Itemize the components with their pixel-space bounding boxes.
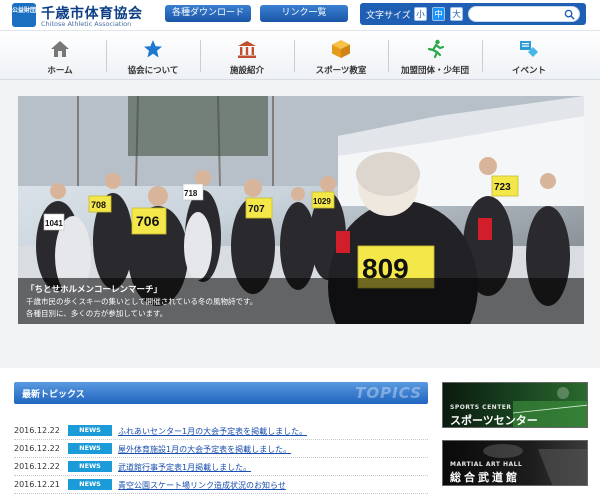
building-icon — [238, 41, 256, 58]
nav-item-sports-class[interactable]: スポーツ教室 — [295, 31, 387, 81]
runner-icon — [427, 39, 445, 59]
search-icon[interactable] — [564, 9, 575, 20]
topics-title-en: TOPICS — [355, 384, 422, 402]
nav-item-about[interactable]: 協会について — [107, 31, 199, 81]
banner-title: 総合武道館 — [450, 471, 520, 484]
topic-row: 2016.12.22 NEWS ふれあいセンター1月の大会予定表を掲載しました。 — [14, 422, 428, 440]
sports-center-banner[interactable]: SPORTS CENTER スポーツセンター — [442, 382, 588, 428]
news-badge: NEWS — [68, 461, 112, 472]
hero-caption-text: 千歳市民の歩くスキーの集いとして開催されている冬の風物詩です。 — [26, 297, 258, 306]
bib-number: 1041 — [45, 219, 63, 228]
topic-link[interactable]: 武道館行事予定表1月掲載しました。 — [118, 462, 251, 473]
site-logo[interactable]: 公益財団 千歳市体育協会 Chitose Athletic Associatio… — [12, 3, 157, 28]
nav-item-events[interactable]: イベント — [483, 31, 575, 81]
topic-date: 2016.12.21 — [14, 480, 60, 489]
nav-label-events: イベント — [511, 66, 546, 76]
banner-subtitle: MARTIAL ART HALL — [450, 461, 523, 468]
news-badge: NEWS — [68, 425, 112, 436]
news-badge: NEWS — [68, 479, 112, 490]
topic-date: 2016.12.22 — [14, 426, 60, 435]
nav-label-home: ホーム — [47, 66, 73, 76]
nav-label-facilities: 施設紹介 — [229, 66, 264, 76]
topic-link[interactable]: ふれあいセンター1月の大会予定表を掲載しました。 — [118, 426, 307, 437]
topics-header: 最新トピックス TOPICS — [14, 382, 428, 404]
banner-title: スポーツセンター — [450, 414, 538, 427]
nav-label-member-groups: 加盟団体・少年団 — [400, 66, 469, 76]
topics-title: 最新トピックス — [22, 390, 85, 400]
site-header: 公益財団 千歳市体育協会 Chitose Athletic Associatio… — [0, 0, 600, 30]
box-icon — [332, 40, 350, 58]
nav-label-sports-class: スポーツ教室 — [315, 66, 367, 76]
topic-link[interactable]: 屋外体育施設1月の大会予定表を掲載しました。 — [118, 444, 291, 455]
search-input[interactable] — [475, 8, 565, 20]
news-badge: NEWS — [68, 443, 112, 454]
topic-date: 2016.12.22 — [14, 462, 60, 471]
event-icon — [520, 41, 538, 57]
topic-date: 2016.12.22 — [14, 444, 60, 453]
bib-number: 1029 — [313, 197, 331, 206]
topic-link[interactable]: 青空公園スケート場リンク造成状況のお知らせ — [118, 480, 286, 491]
hero-section: 706 707 809 723 708 1029 1041 718 「ちとせホル… — [0, 80, 600, 368]
bib-number: 723 — [494, 182, 511, 193]
font-size-small-button[interactable]: 小 — [414, 7, 427, 21]
home-icon — [51, 41, 69, 57]
links-button[interactable]: リンク一覧 — [260, 5, 348, 22]
hero-caption: 「ちとせホルメンコーレンマーチ」 千歳市民の歩くスキーの集いとして開催されている… — [18, 278, 584, 324]
hero-caption-text: 各種目別に、多くの方が参加しています。 — [26, 309, 168, 318]
bib-number: 706 — [136, 213, 160, 229]
site-subtitle: Chitose Athletic Association — [41, 20, 132, 28]
banner-subtitle: SPORTS CENTER — [450, 404, 512, 411]
topic-row: 2016.12.21 NEWS 青空公園スケート場リンク造成状況のお知らせ — [14, 476, 428, 494]
star-icon — [144, 40, 162, 58]
nav-item-facilities[interactable]: 施設紹介 — [201, 31, 293, 81]
bib-number: 708 — [91, 200, 106, 210]
utility-bar: 文字サイズ 小 中 大 — [360, 3, 586, 25]
global-nav: ホーム 協会について 施設紹介 スポーツ教室 加盟団体・少年団 イベント — [0, 30, 600, 80]
bib-number: 718 — [184, 189, 198, 198]
topic-row: 2016.12.22 NEWS 武道館行事予定表1月掲載しました。 — [14, 458, 428, 476]
nav-label-about: 協会について — [127, 66, 179, 76]
font-size-medium-button[interactable]: 中 — [432, 7, 445, 21]
download-button[interactable]: 各種ダウンロード — [165, 5, 251, 22]
topic-row: 2016.12.22 NEWS 屋外体育施設1月の大会予定表を掲載しました。 — [14, 440, 428, 458]
hero-photo[interactable]: 706 707 809 723 708 1029 1041 718 「ちとせホル… — [18, 96, 584, 324]
martial-art-hall-banner[interactable]: MARTIAL ART HALL 総合武道館 — [442, 440, 588, 486]
nav-item-member-groups[interactable]: 加盟団体・少年団 — [389, 31, 481, 81]
nav-item-home[interactable]: ホーム — [14, 31, 106, 81]
font-size-large-button[interactable]: 大 — [450, 7, 463, 21]
bib-number: 707 — [248, 204, 265, 215]
search-box — [468, 6, 580, 22]
hero-caption-title: 「ちとせホルメンコーレンマーチ」 — [26, 285, 163, 295]
logo-mark: 公益財団 — [12, 3, 36, 27]
font-size-label: 文字サイズ — [366, 11, 411, 21]
